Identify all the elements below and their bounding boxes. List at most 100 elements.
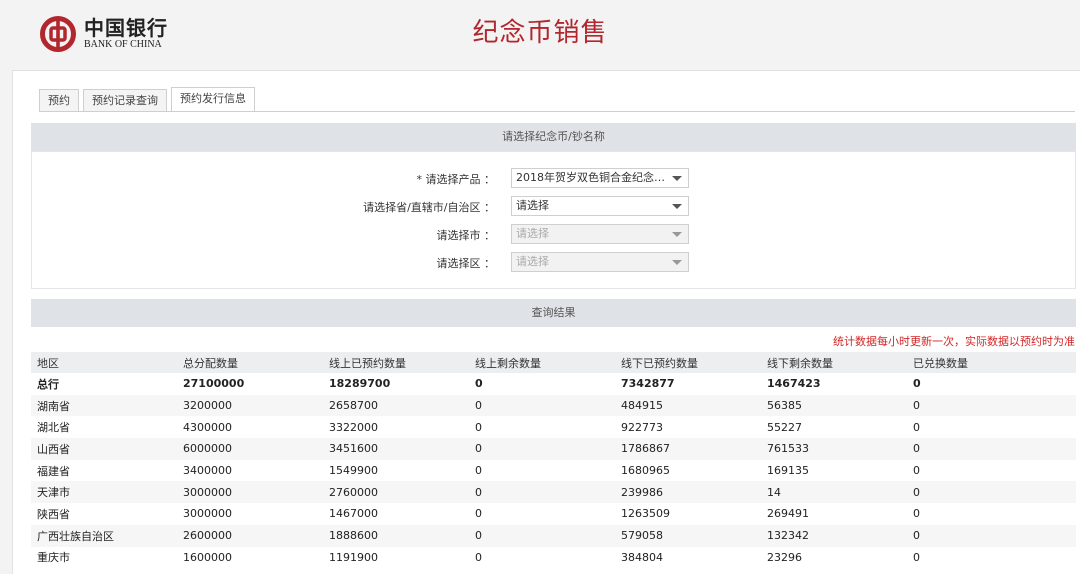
product-row: * 请选择产品 ： 2018年贺岁双色铜合金纪念币（第二批） (32, 168, 1075, 188)
table-cell: 2600000 (177, 524, 323, 547)
table-cell: 3400000 (183, 464, 232, 478)
table-cell: 484915 (615, 394, 761, 417)
province-select[interactable]: 请选择 (511, 196, 689, 216)
table-cell: 239986 (615, 481, 761, 504)
page-title: 纪念币销售 (472, 18, 608, 48)
table-cell: 0 (475, 420, 482, 434)
tab-bar: 预约 预约记录查询 预约发行信息 (39, 87, 259, 111)
table-cell: 湖南省 (31, 394, 177, 417)
column-header: 已兑换数量 (907, 352, 1076, 373)
table-cell: 0 (475, 507, 482, 521)
chevron-down-icon (672, 232, 682, 237)
district-row: 请选择区 ： 请选择 (32, 252, 1075, 272)
product-select-value: 2018年贺岁双色铜合金纪念币（第二批） (516, 171, 666, 184)
table-cell: 0 (907, 394, 1076, 417)
district-select[interactable]: 请选择 (511, 252, 689, 272)
table-cell: 3200000 (177, 394, 323, 417)
table-cell: 0 (913, 464, 920, 478)
table-cell: 0 (469, 524, 615, 547)
table-cell: 6000000 (177, 438, 323, 460)
table-row-total: 总行 27100000 18289700 0 7342877 1467423 0 (31, 373, 1076, 395)
table-cell: 山西省 (31, 438, 177, 460)
update-notice: 统计数据每小时更新一次，实际数据以预约时为准 (833, 335, 1075, 348)
table-cell: 0 (913, 377, 921, 391)
table-cell: 0 (913, 420, 920, 434)
column-header: 线下已预约数量 (615, 352, 761, 373)
province-select-value: 请选择 (516, 199, 549, 212)
table-cell: 0 (475, 464, 482, 478)
tab-reservation-records[interactable]: 预约记录查询 (83, 89, 167, 111)
table-cell: 总行 (37, 377, 59, 391)
table-row: 福建省 3400000 1549900 0 1680965 169135 0 (31, 460, 1076, 482)
table-cell: 1467423 (767, 377, 821, 391)
table-cell: 14 (761, 481, 907, 504)
product-label: * 请选择产品 ： (416, 173, 496, 186)
table-cell: 7342877 (621, 377, 675, 391)
tab-issuance-info[interactable]: 预约发行信息 (171, 87, 255, 111)
header: 中国银行 BANK OF CHINA 纪念币销售 (0, 0, 1080, 70)
table-cell: 2760000 (323, 481, 469, 504)
province-row: 请选择省/直辖市/自治区 ： 请选择 (32, 196, 1075, 216)
district-select-value: 请选择 (516, 255, 549, 268)
column-header: 总分配数量 (177, 352, 323, 373)
table-cell: 0 (469, 438, 615, 460)
table-cell: 0 (469, 481, 615, 504)
table-cell: 3000000 (177, 481, 323, 504)
table-cell: 4300000 (183, 420, 232, 434)
main-panel: 预约 预约记录查询 预约发行信息 请选择纪念币/钞名称 * 请选择产品 ： 20… (12, 70, 1080, 574)
table-cell: 1680965 (621, 464, 670, 478)
table-cell: 132342 (761, 524, 907, 547)
chevron-down-icon (672, 204, 682, 209)
table-cell: 2658700 (323, 394, 469, 417)
table-row: 重庆市 1600000 1191900 0 384804 23296 0 (31, 547, 1076, 569)
filter-section-heading: 请选择纪念币/钞名称 (31, 123, 1076, 151)
results-section-heading: 查询结果 (31, 299, 1076, 327)
table-cell: 55227 (767, 420, 802, 434)
table-cell: 1888600 (323, 524, 469, 547)
table-row: 湖北省 4300000 3322000 0 922773 55227 0 (31, 416, 1076, 438)
table-cell: 陕西省 (37, 507, 70, 521)
table-cell: 0 (907, 438, 1076, 460)
table-cell: 0 (475, 550, 482, 564)
table-cell: 1263509 (621, 507, 670, 521)
column-header: 线上已预约数量 (323, 352, 469, 373)
column-header: 线上剩余数量 (469, 352, 615, 373)
table-cell: 56385 (761, 394, 907, 417)
city-select[interactable]: 请选择 (511, 224, 689, 244)
table-cell: 1191900 (329, 550, 378, 564)
table-cell: 0 (913, 550, 920, 564)
tab-reserve[interactable]: 预约 (39, 89, 79, 111)
chevron-down-icon (672, 176, 682, 181)
table-cell: 0 (469, 394, 615, 417)
city-label: 请选择市 ： (436, 229, 496, 242)
province-label: 请选择省/直辖市/自治区 ： (363, 201, 495, 214)
table-cell: 1786867 (615, 438, 761, 460)
table-cell: 0 (475, 377, 483, 391)
table-cell: 1549900 (329, 464, 378, 478)
product-select[interactable]: 2018年贺岁双色铜合金纪念币（第二批） (511, 168, 689, 188)
table-cell: 18289700 (329, 377, 391, 391)
table-cell: 579058 (615, 524, 761, 547)
table-cell: 0 (907, 524, 1076, 547)
filter-form: * 请选择产品 ： 2018年贺岁双色铜合金纪念币（第二批） 请选择省/直辖市/… (31, 151, 1076, 289)
table-cell: 922773 (621, 420, 663, 434)
column-header: 地区 (31, 352, 177, 373)
table-row: 天津市 3000000 2760000 0 239986 14 0 (31, 481, 1076, 504)
district-label: 请选择区 ： (436, 257, 496, 270)
table-cell: 27100000 (183, 377, 245, 391)
chevron-down-icon (672, 260, 682, 265)
table-cell: 0 (913, 507, 920, 521)
table-cell: 福建省 (37, 464, 70, 478)
city-row: 请选择市 ： 请选择 (32, 224, 1075, 244)
table-cell: 169135 (767, 464, 809, 478)
table-header-row: 地区 总分配数量 线上已预约数量 线上剩余数量 线下已预约数量 线下剩余数量 已… (31, 352, 1076, 373)
table-row: 湖南省 3200000 2658700 0 484915 56385 0 (31, 394, 1076, 417)
city-select-value: 请选择 (516, 227, 549, 240)
table-cell: 269491 (767, 507, 809, 521)
table-cell: 湖北省 (37, 421, 70, 435)
table-cell: 3322000 (329, 420, 378, 434)
tab-divider (39, 111, 1075, 112)
table-row: 山西省 6000000 3451600 0 1786867 761533 0 (31, 438, 1076, 460)
table-cell: 0 (907, 481, 1076, 504)
table-row: 陕西省 3000000 1467000 0 1263509 269491 0 (31, 503, 1076, 525)
